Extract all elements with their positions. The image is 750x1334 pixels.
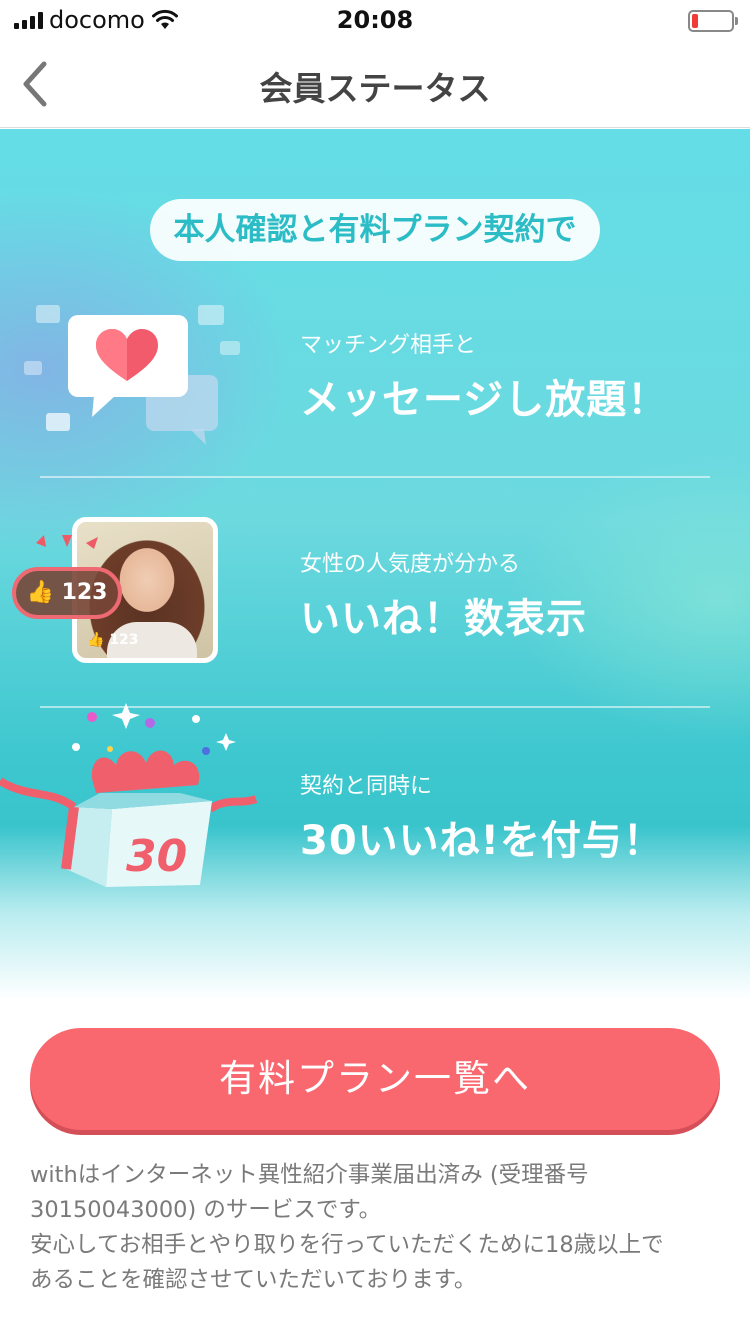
battery-level — [692, 14, 698, 28]
plan-list-button[interactable]: 有料プラン一覧へ — [30, 1028, 720, 1130]
feature-messages: マッチング相手と メッセージし放題！ — [300, 327, 668, 425]
feature-caption: マッチング相手と — [300, 333, 477, 358]
message-heart-icon — [24, 305, 240, 445]
divider — [40, 476, 710, 478]
navigation-bar: 会員ステータス — [0, 40, 750, 128]
photo-like-count: 123 — [109, 632, 139, 648]
feature-title: いいね！数表示 — [300, 596, 587, 642]
gift-box-icon: 30 — [0, 703, 258, 887]
status-time: 20:08 — [336, 6, 414, 34]
notice-line: withはインターネット異性紹介事業届出済み (受理番号 — [30, 1162, 589, 1188]
feature-caption: 契約と同時に — [300, 774, 433, 799]
feature-like-count: 女性の人気度が分かる いいね！数表示 — [300, 546, 587, 644]
notice-line: あることを確認させていただいております。 — [30, 1267, 477, 1293]
battery-icon — [688, 10, 738, 32]
like-count: 123 — [61, 580, 108, 605]
feature-title: メッセージし放題！ — [300, 377, 669, 423]
sparkle-icon — [36, 535, 98, 549]
banner-headline: 本人確認と有料プラン契約で — [150, 199, 600, 261]
notice-line: 30150043000) のサービスです。 — [30, 1197, 382, 1223]
feature-bonus-likes: 契約と同時に 30いいね!を付与！ — [300, 768, 664, 866]
notice-line: 安心してお相手とやり取りを行っていただくために18歳以上で — [30, 1232, 664, 1258]
photo-like-badge: 👍 123 — [87, 632, 139, 648]
like-count-bubble: 👍 123 — [12, 567, 122, 619]
feature-title: 30いいね!を付与！ — [300, 818, 664, 864]
benefits-banner: 本人確認と有料プラン契約で マッチング相手と メッセージし放題！ 👍 123 👍… — [0, 129, 750, 1000]
status-bar: docomo 20:08 — [0, 0, 750, 40]
box-number: 30 — [126, 831, 187, 882]
page-title: 会員ステータス — [259, 69, 491, 108]
feature-caption: 女性の人気度が分かる — [300, 552, 521, 577]
legal-notice: withはインターネット異性紹介事業届出済み (受理番号 30150043000… — [30, 1158, 720, 1298]
